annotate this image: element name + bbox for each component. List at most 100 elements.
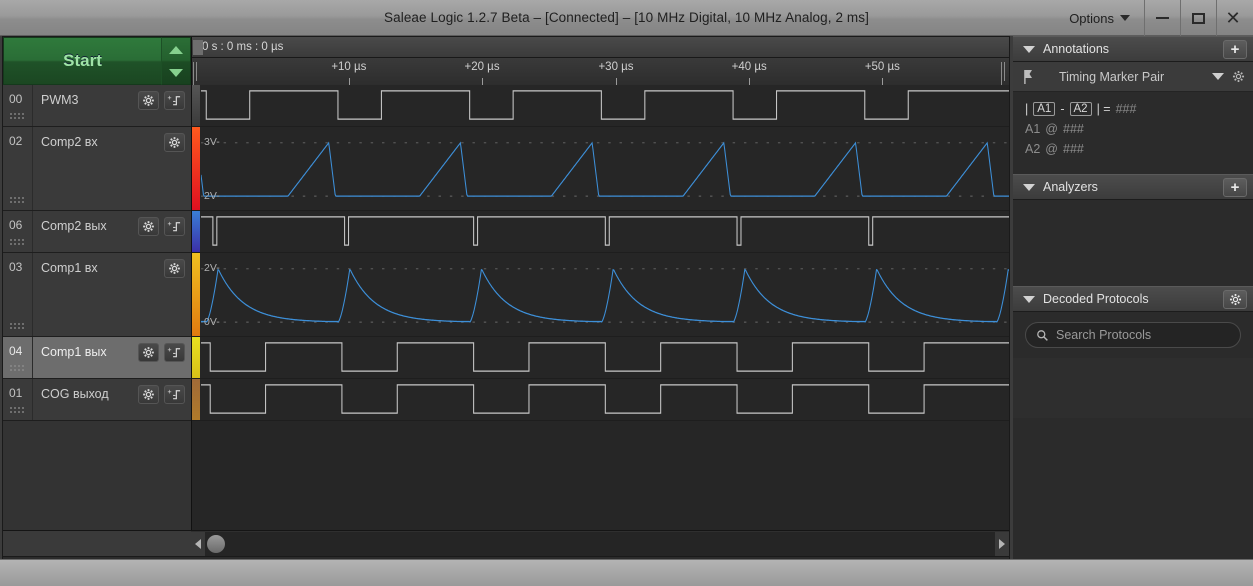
channel-buttons <box>164 133 185 152</box>
waveform-graph[interactable]: 3V- 2V- 2V- 0V- <box>191 85 1009 530</box>
time-origin-bar[interactable]: 0 s : 0 ms : 0 µs <box>192 37 1009 58</box>
waveform-row-pwm3[interactable] <box>192 85 1009 127</box>
minimize-icon <box>1156 17 1169 19</box>
waveform-plot[interactable] <box>201 85 1009 126</box>
time-ruler[interactable]: +10 µs +20 µs +30 µs +40 µs +50 µs <box>192 58 1009 100</box>
channel-trigger-button[interactable]: + <box>164 217 185 236</box>
channel-row-comp1-вых[interactable]: 04 Comp1 вых + <box>3 337 191 379</box>
decoded-protocols-settings-button[interactable] <box>1223 289 1247 309</box>
ruler-tick-mark <box>482 78 484 85</box>
drag-handle-dots-icon[interactable] <box>9 112 25 121</box>
channel-row-comp1-вх[interactable]: 03 Comp1 вх <box>3 253 191 337</box>
timing-marker-pair-row[interactable]: Timing Marker Pair <box>1013 62 1253 92</box>
ruler-grip-right[interactable] <box>1001 62 1007 100</box>
marker-a1-badge[interactable]: A1 <box>1033 102 1056 116</box>
waveform-row-comp1-вых[interactable] <box>192 337 1009 379</box>
waveform-plot[interactable] <box>201 337 1009 378</box>
right-sidebar: Annotations + Timing Marker Pair | A1 - … <box>1013 36 1253 559</box>
gear-icon[interactable] <box>1232 70 1245 83</box>
channel-trigger-button[interactable]: + <box>164 385 185 404</box>
add-analyzer-button[interactable]: + <box>1223 177 1247 197</box>
channel-number: 06 <box>3 211 33 252</box>
gear-icon <box>143 347 154 358</box>
scroll-left-button[interactable] <box>191 531 205 556</box>
channel-number: 02 <box>3 127 33 210</box>
ruler-tick-label: +40 µs <box>731 61 767 73</box>
channel-settings-button[interactable] <box>164 133 185 152</box>
channel-number: 01 <box>3 379 33 420</box>
triangle-down-icon[interactable] <box>169 68 183 77</box>
ruler-tick-label: +20 µs <box>464 61 500 73</box>
marker-a1-at: @ <box>1045 122 1058 136</box>
waveform-row-cog-выход[interactable] <box>192 379 1009 421</box>
scrollbar-thumb[interactable] <box>207 534 225 553</box>
delta-dash: - <box>1060 102 1065 116</box>
drag-handle-dots-icon[interactable] <box>9 322 25 331</box>
chevron-down-icon[interactable] <box>1212 73 1224 80</box>
minimize-button[interactable] <box>1145 0 1181 36</box>
gear-icon <box>1229 293 1241 305</box>
start-capture-button[interactable]: Start <box>3 37 161 85</box>
triangle-up-icon[interactable] <box>169 45 183 54</box>
channel-body: Comp2 вх <box>33 127 191 152</box>
marker-a2-row: A2 @ ### <box>1025 142 1241 156</box>
window-controls: Options ✕ <box>1055 0 1253 36</box>
marker-delta-row: | A1 - A2 | = ### <box>1025 102 1241 116</box>
delta-suffix: | = <box>1096 102 1111 116</box>
chevron-down-icon <box>1120 15 1130 21</box>
triangle-down-icon[interactable] <box>1023 45 1035 53</box>
waveform-plot[interactable]: 3V- 2V- <box>201 127 1009 210</box>
waveform-row-comp2-вых[interactable] <box>192 211 1009 253</box>
channel-name-label: Comp2 вых <box>41 219 107 233</box>
drag-handle-dots-icon[interactable] <box>9 196 25 205</box>
drag-handle-dots-icon[interactable] <box>9 406 25 415</box>
channel-row-pwm3[interactable]: 00 PWM3 + <box>3 85 191 127</box>
marker-a2-badge[interactable]: A2 <box>1069 102 1092 116</box>
add-annotation-button[interactable]: + <box>1223 39 1247 59</box>
close-button[interactable]: ✕ <box>1217 0 1253 36</box>
search-protocols-input[interactable]: Search Protocols <box>1056 328 1151 342</box>
search-protocols-box[interactable]: Search Protocols <box>1025 322 1241 348</box>
waveform-row-comp1-вх[interactable]: 2V- 0V- <box>192 253 1009 337</box>
channel-row-comp2-вх[interactable]: 02 Comp2 вх <box>3 127 191 211</box>
maximize-button[interactable] <box>1181 0 1217 36</box>
triangle-down-icon[interactable] <box>1023 183 1035 191</box>
channel-trigger-button[interactable]: + <box>164 91 185 110</box>
channel-row-comp2-вых[interactable]: 06 Comp2 вых + <box>3 211 191 253</box>
window-footer-strip <box>0 559 1253 586</box>
channel-color-bar <box>192 253 200 336</box>
waveform-plot[interactable] <box>201 211 1009 252</box>
title-bar: Saleae Logic 1.2.7 Beta – [Connected] – … <box>0 0 1253 36</box>
channel-trigger-button[interactable]: + <box>164 343 185 362</box>
scroll-right-button[interactable] <box>995 531 1009 556</box>
channel-row-cog-выход[interactable]: 01 COG выход + <box>3 379 191 421</box>
scrollbar-track[interactable] <box>205 531 995 556</box>
channel-body: Comp1 вх <box>33 253 191 278</box>
marker-a1-row: A1 @ ### <box>1025 122 1241 136</box>
waveform-row-comp2-вх[interactable]: 3V- 2V- <box>192 127 1009 211</box>
origin-grip-handle[interactable] <box>193 40 203 55</box>
analyzers-section-header[interactable]: Analyzers + <box>1013 174 1253 200</box>
channel-settings-button[interactable] <box>164 259 185 278</box>
channel-list: 00 PWM3 +02 Comp2 вх 06 Comp2 вых +03 Comp1 вх 0… <box>3 85 191 530</box>
svg-text:+: + <box>168 389 172 396</box>
options-menu-button[interactable]: Options <box>1055 0 1145 36</box>
drag-handle-dots-icon[interactable] <box>9 238 25 247</box>
channel-settings-button[interactable] <box>138 217 159 236</box>
timing-marker-pair-label: Timing Marker Pair <box>1059 69 1165 84</box>
decoded-protocols-title: Decoded Protocols <box>1043 292 1149 306</box>
annotations-section-header[interactable]: Annotations + <box>1013 36 1253 62</box>
time-origin-label: 0 s : 0 ms : 0 µs <box>202 41 284 53</box>
channel-settings-button[interactable] <box>138 91 159 110</box>
decoded-protocols-section-header[interactable]: Decoded Protocols <box>1013 286 1253 312</box>
channel-settings-button[interactable] <box>138 385 159 404</box>
channel-settings-button[interactable] <box>138 343 159 362</box>
triangle-down-icon[interactable] <box>1023 295 1035 303</box>
waveform-plot[interactable]: 2V- 0V- <box>201 253 1009 336</box>
waveform-plot[interactable] <box>201 379 1009 420</box>
ruler-grip-left[interactable] <box>193 62 199 100</box>
horizontal-scrollbar[interactable] <box>191 530 1009 556</box>
channel-number-label: 03 <box>9 260 23 274</box>
drag-handle-dots-icon[interactable] <box>9 364 25 373</box>
start-options-arrows[interactable] <box>161 37 191 85</box>
